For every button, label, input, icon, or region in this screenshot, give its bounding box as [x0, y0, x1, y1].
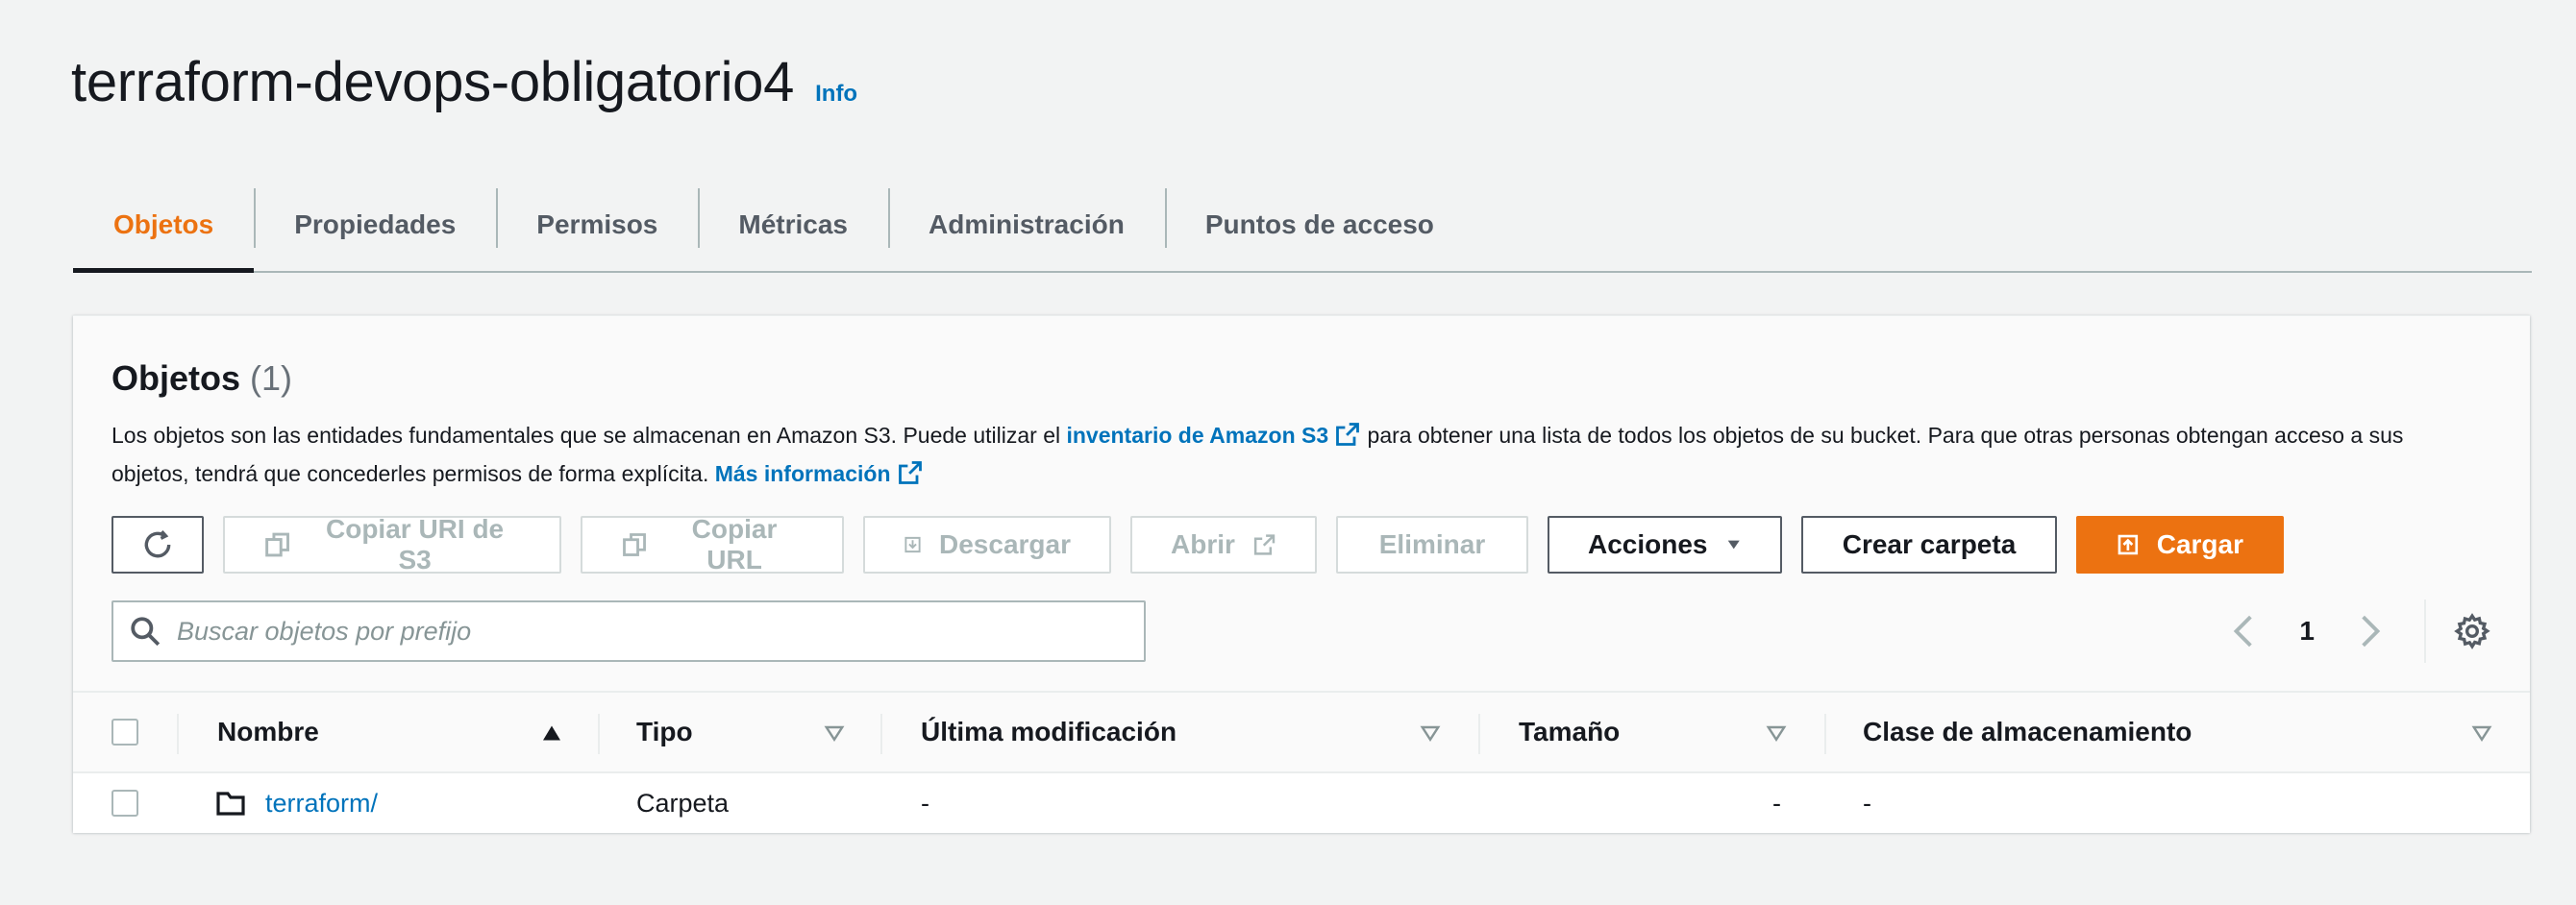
- objects-title-text: Objetos: [111, 358, 241, 398]
- column-storage-class[interactable]: Clase de almacenamiento: [1863, 693, 2192, 771]
- create-folder-label: Crear carpeta: [1842, 529, 2017, 559]
- objects-title: Objetos (1): [111, 358, 2486, 399]
- search-box: [111, 600, 1146, 662]
- sort-icon[interactable]: [823, 722, 846, 745]
- inventory-link[interactable]: inventario de Amazon S3: [1066, 423, 1361, 448]
- tab-objetos[interactable]: Objetos: [73, 179, 255, 273]
- column-divider: [598, 714, 600, 754]
- more-info-link-label: Más información: [714, 461, 891, 486]
- delete-label: Eliminar: [1378, 529, 1486, 559]
- table-header: Nombre Tipo Última modificación Tamaño C…: [73, 691, 2530, 773]
- column-size[interactable]: Tamaño: [1519, 693, 1620, 771]
- column-divider: [1824, 714, 1826, 754]
- column-last-modified[interactable]: Última modificación: [921, 693, 1177, 771]
- chevron-left-icon[interactable]: [2228, 610, 2261, 652]
- refresh-icon: [144, 530, 171, 558]
- column-divider: [1478, 714, 1480, 754]
- row-last-modified: -: [921, 788, 929, 818]
- objects-panel: Objetos (1) Los objetos son las entidade…: [73, 315, 2530, 833]
- objects-toolbar: Copiar URI de S3 Copiar URL Descargar Ab…: [111, 514, 2303, 575]
- open-button[interactable]: Abrir: [1130, 516, 1317, 574]
- info-link[interactable]: Info: [815, 81, 857, 108]
- row-type: Carpeta: [636, 788, 730, 818]
- settings-gear-icon[interactable]: [2453, 612, 2491, 650]
- description-text-1: Los objetos son las entidades fundamenta…: [111, 423, 1061, 448]
- copy-icon: [623, 533, 646, 556]
- external-link-icon: [898, 461, 922, 484]
- column-divider: [177, 714, 179, 754]
- table-row: terraform/ Carpeta - - -: [73, 773, 2530, 833]
- row-storage-class: -: [1863, 788, 1871, 818]
- column-type[interactable]: Tipo: [636, 693, 693, 771]
- row-size: -: [1772, 788, 1781, 818]
- copy-s3-uri-label: Copiar URI de S3: [326, 514, 505, 575]
- actions-label: Acciones: [1588, 529, 1708, 559]
- tab-permisos[interactable]: Permisos: [496, 179, 698, 271]
- row-name-cell: terraform/: [215, 773, 378, 833]
- download-label: Descargar: [939, 529, 1071, 559]
- search-icon: [131, 617, 161, 647]
- column-name[interactable]: Nombre: [217, 693, 319, 771]
- pagination: 1: [2228, 599, 2491, 663]
- select-all-cell: [111, 693, 138, 771]
- upload-label: Cargar: [2156, 529, 2243, 559]
- download-icon: [904, 536, 921, 553]
- objects-table: Nombre Tipo Última modificación Tamaño C…: [73, 691, 2530, 833]
- row-checkbox[interactable]: [111, 790, 138, 817]
- refresh-button[interactable]: [111, 516, 204, 574]
- tab-propiedades[interactable]: Propiedades: [254, 179, 496, 271]
- actions-dropdown[interactable]: Acciones: [1548, 516, 1782, 574]
- copy-url-button[interactable]: Copiar URL: [581, 514, 844, 575]
- tab-bar: Objetos Propiedades Permisos Métricas Ad…: [73, 179, 2532, 273]
- pagination-divider: [2424, 599, 2426, 663]
- sort-icon[interactable]: [1419, 722, 1442, 745]
- page-header: terraform-devops-obligatorio4 Info: [71, 50, 857, 114]
- create-folder-button[interactable]: Crear carpeta: [1801, 516, 2057, 574]
- caret-down-icon: [1727, 540, 1740, 550]
- external-link-icon: [1253, 534, 1276, 555]
- select-all-checkbox[interactable]: [111, 719, 138, 746]
- row-select-cell: [111, 773, 138, 833]
- upload-button[interactable]: Cargar: [2076, 516, 2284, 574]
- objects-description: Los objetos son las entidades fundamenta…: [111, 416, 2486, 493]
- inventory-link-label: inventario de Amazon S3: [1066, 423, 1329, 448]
- copy-url-label: Copiar URL: [691, 514, 778, 575]
- objects-count: (1): [250, 358, 293, 398]
- open-label: Abrir: [1171, 529, 1235, 559]
- search-input[interactable]: [177, 616, 1119, 647]
- folder-icon: [216, 792, 245, 816]
- tab-puntos-de-acceso[interactable]: Puntos de acceso: [1164, 179, 1474, 271]
- copy-icon: [265, 532, 289, 557]
- download-button[interactable]: Descargar: [863, 516, 1111, 574]
- sort-icon[interactable]: [2470, 722, 2493, 745]
- folder-link[interactable]: terraform/: [265, 789, 378, 819]
- copy-s3-uri-button[interactable]: Copiar URI de S3: [223, 514, 561, 575]
- delete-button[interactable]: Eliminar: [1336, 516, 1528, 574]
- sort-ascending-icon[interactable]: [540, 722, 563, 745]
- bucket-title: terraform-devops-obligatorio4: [71, 51, 795, 113]
- upload-icon: [2118, 534, 2139, 555]
- page-number[interactable]: 1: [2299, 616, 2315, 647]
- more-info-link[interactable]: Más información: [715, 461, 924, 486]
- chevron-right-icon[interactable]: [2353, 610, 2386, 652]
- column-divider: [880, 714, 882, 754]
- external-link-icon: [1336, 423, 1360, 446]
- objects-header: Objetos (1) Los objetos son las entidade…: [111, 358, 2486, 493]
- tab-administracion[interactable]: Administración: [888, 179, 1165, 271]
- sort-icon[interactable]: [1765, 722, 1788, 745]
- tab-metricas[interactable]: Métricas: [698, 179, 888, 271]
